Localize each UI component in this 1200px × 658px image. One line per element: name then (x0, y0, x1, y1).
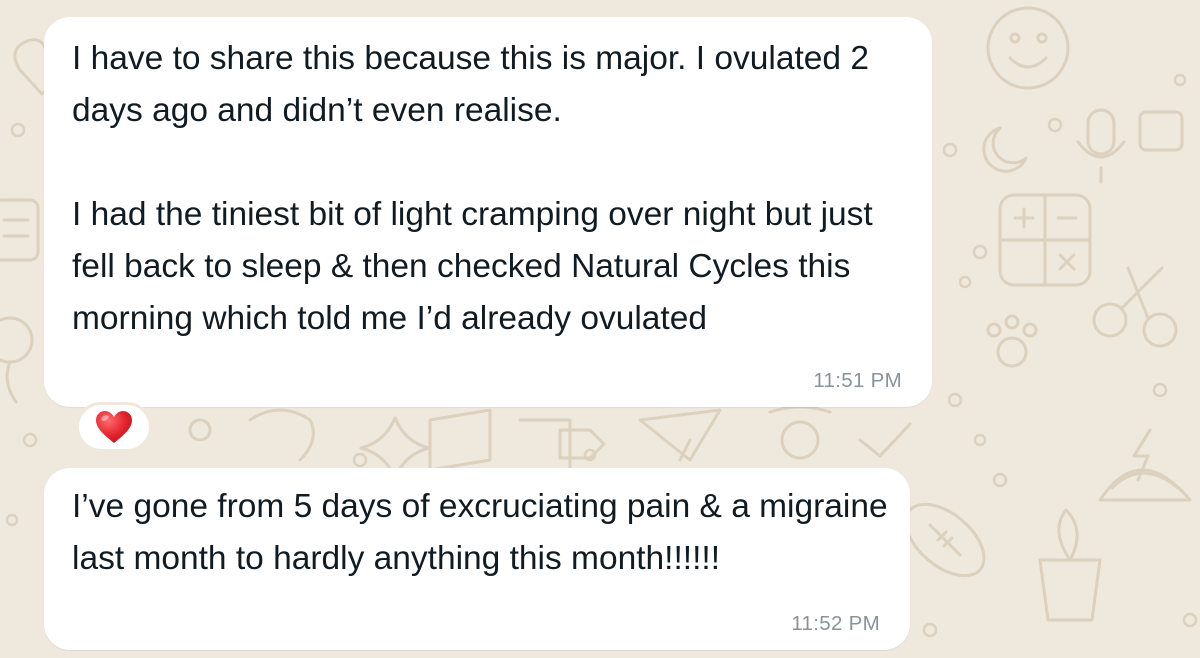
taco-doodle-icon (1098, 468, 1192, 502)
moon-doodle-icon (982, 126, 1028, 173)
scissors-doodle-icon (1092, 266, 1178, 348)
message-bubble-2[interactable]: I’ve gone from 5 days of excruciating pa… (44, 468, 910, 650)
message-bubble-1[interactable]: I have to share this because this is maj… (44, 17, 932, 407)
microphone-doodle-icon (1076, 108, 1126, 184)
message-timestamp: 11:52 PM (791, 612, 880, 635)
message-text: I’ve gone from 5 days of excruciating pa… (72, 488, 897, 577)
book-doodle-icon (428, 408, 572, 472)
balloon-doodle-icon (0, 316, 34, 404)
heart-icon (96, 411, 132, 443)
paw-doodle-icon (986, 314, 1038, 368)
plant-doodle-icon (1038, 508, 1102, 622)
message-timestamp: 11:51 PM (813, 369, 902, 392)
clipboard-doodle-icon (0, 198, 40, 262)
sun-doodle-icon (768, 405, 832, 460)
plane-doodle-icon (638, 408, 722, 462)
smiley-doodle-icon (986, 6, 1070, 90)
message-text: I have to share this because this is maj… (72, 40, 873, 337)
check-doodle-icon (858, 422, 912, 458)
reaction-badge[interactable] (76, 402, 152, 452)
hand-doodle-icon (188, 408, 315, 462)
tag-doodle-icon (558, 428, 606, 460)
calculator-doodle-icon (998, 193, 1092, 287)
lock-doodle-icon (1138, 110, 1184, 152)
